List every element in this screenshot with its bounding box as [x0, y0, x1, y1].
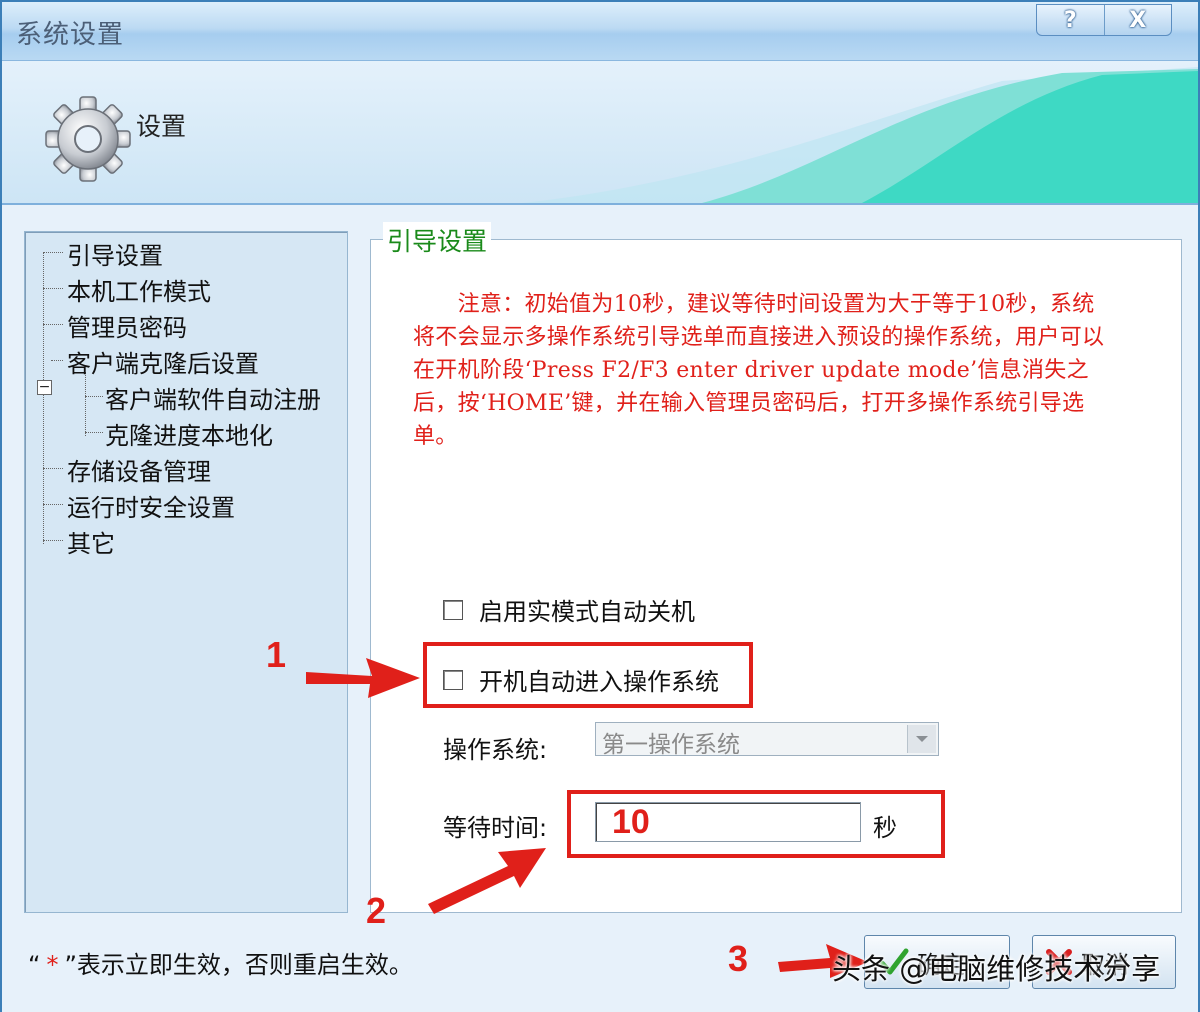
watermark: 头条 @电脑维修技术分享	[832, 952, 1161, 986]
annotation-number-1: 1	[266, 634, 287, 675]
annotation-number-3: 3	[728, 938, 749, 979]
annotation-arrows	[306, 658, 868, 978]
arrow-1	[306, 658, 420, 698]
arrow-2	[428, 848, 546, 914]
annotation-number-2: 2	[366, 890, 387, 931]
